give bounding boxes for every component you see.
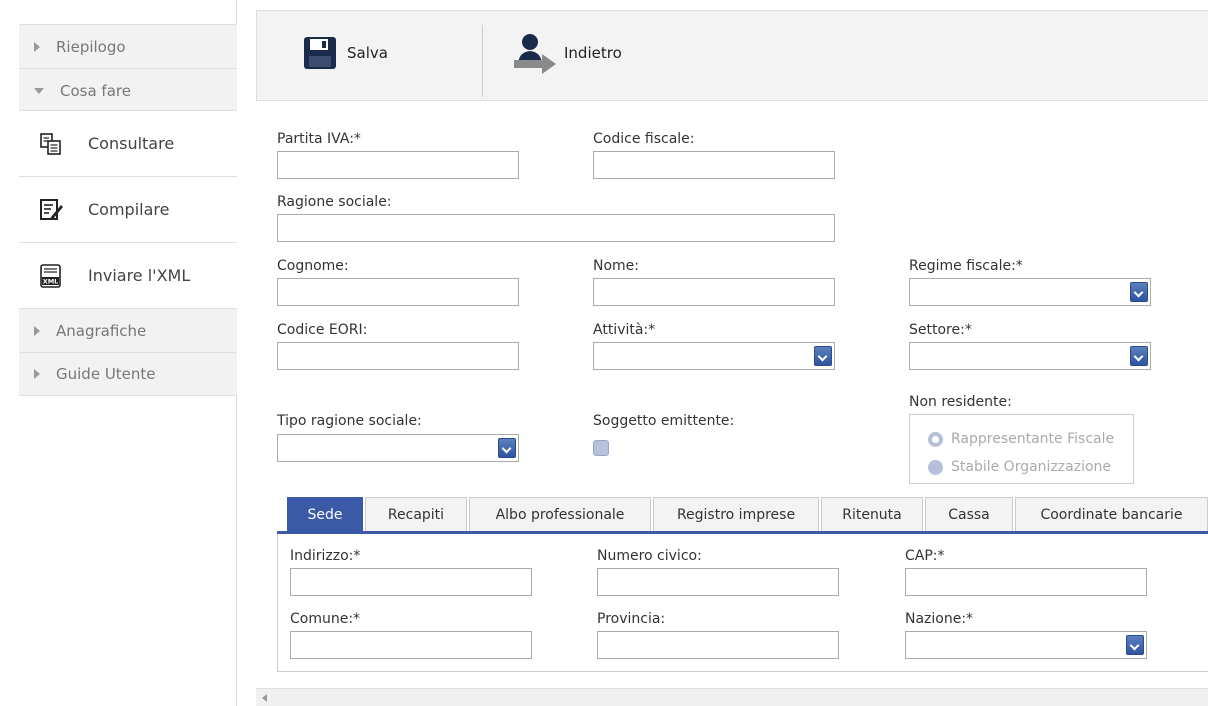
- sidebar-item-label: Consultare: [88, 134, 175, 153]
- sidebar-section-label: Anagrafiche: [56, 321, 147, 340]
- numero-civico-label: Numero civico:: [597, 548, 702, 564]
- tipo-ragione-sociale-select[interactable]: [277, 434, 519, 462]
- codice-eori-label: Codice EORI:: [277, 322, 368, 338]
- tab-ritenuta[interactable]: Ritenuta: [821, 497, 923, 531]
- sidebar-section-label: Guide Utente: [56, 365, 156, 383]
- horizontal-scrollbar[interactable]: [256, 688, 1208, 706]
- chevron-right-icon: [34, 325, 40, 336]
- user-back-icon: [512, 32, 560, 74]
- non-residente-label: Non residente:: [909, 394, 1012, 410]
- cognome-input[interactable]: [277, 278, 519, 306]
- tab-cassa[interactable]: Cassa: [925, 497, 1013, 531]
- numero-civico-input[interactable]: [597, 568, 839, 596]
- codice-fiscale-label: Codice fiscale:: [593, 131, 695, 147]
- sidebar-section-guide-utente[interactable]: Guide Utente: [19, 352, 237, 396]
- codice-fiscale-input[interactable]: [593, 151, 835, 179]
- settore-select[interactable]: [909, 342, 1151, 370]
- stabile-organizzazione-radio[interactable]: Stabile Organizzazione: [928, 459, 1111, 475]
- tab-sede[interactable]: Sede: [287, 497, 363, 531]
- provincia-input[interactable]: [597, 631, 839, 659]
- back-button[interactable]: Indietro: [512, 25, 622, 81]
- radio-icon: [928, 459, 943, 475]
- sidebar: Riepilogo Cosa fare Consultare Compilare…: [0, 0, 237, 706]
- comune-input[interactable]: [290, 631, 532, 659]
- attivita-select[interactable]: [593, 342, 835, 370]
- ragione-sociale-input[interactable]: [277, 214, 835, 242]
- sidebar-section-cosa-fare[interactable]: Cosa fare: [19, 68, 237, 112]
- ragione-sociale-label: Ragione sociale:: [277, 194, 392, 210]
- nome-label: Nome:: [593, 258, 640, 274]
- chevron-right-icon: [34, 369, 40, 379]
- codice-eori-input[interactable]: [277, 342, 519, 370]
- sidebar-section-label: Riepilogo: [56, 37, 126, 56]
- nazione-select[interactable]: [905, 631, 1147, 659]
- toolbar: Salva Indietro: [256, 10, 1208, 101]
- rappresentante-fiscale-radio[interactable]: Rappresentante Fiscale: [928, 431, 1114, 447]
- sidebar-section-label: Cosa fare: [60, 81, 131, 100]
- cognome-label: Cognome:: [277, 258, 349, 274]
- chevron-down-icon: [34, 87, 44, 94]
- soggetto-emittente-checkbox[interactable]: [593, 440, 609, 456]
- stabile-organizzazione-label: Stabile Organizzazione: [951, 459, 1112, 475]
- non-residente-group: Rappresentante Fiscale Stabile Organizza…: [909, 414, 1134, 484]
- save-button[interactable]: Salva: [303, 25, 388, 81]
- chevron-down-icon: [1130, 346, 1148, 366]
- chevron-down-icon: [498, 438, 516, 458]
- radio-icon: [928, 431, 943, 447]
- chevron-right-icon: [34, 41, 40, 52]
- partita-iva-label: Partita IVA:*: [277, 131, 361, 147]
- svg-text:XML: XML: [43, 277, 59, 285]
- cap-label: CAP:*: [905, 548, 945, 564]
- sidebar-item-compilare[interactable]: Compilare: [19, 176, 237, 242]
- tab-albo-professionale[interactable]: Albo professionale: [469, 497, 651, 531]
- xml-file-icon: XML: [39, 263, 63, 288]
- chevron-down-icon: [1130, 282, 1148, 302]
- settore-label: Settore:*: [909, 322, 972, 338]
- indirizzo-label: Indirizzo:*: [290, 548, 361, 564]
- comune-label: Comune:*: [290, 611, 361, 627]
- nome-input[interactable]: [593, 278, 835, 306]
- sidebar-section-riepilogo[interactable]: Riepilogo: [19, 24, 237, 68]
- sidebar-item-inviare-xml[interactable]: XML Inviare l'XML: [19, 242, 237, 308]
- scroll-left-icon[interactable]: [262, 694, 267, 702]
- edit-form-icon: [39, 198, 63, 222]
- attivita-label: Attività:*: [593, 322, 656, 338]
- toolbar-divider: [482, 25, 483, 97]
- sidebar-section-anagrafiche[interactable]: Anagrafiche: [19, 308, 237, 352]
- nazione-label: Nazione:*: [905, 611, 974, 627]
- chevron-down-icon: [1126, 635, 1144, 655]
- partita-iva-input[interactable]: [277, 151, 519, 179]
- cap-input[interactable]: [905, 568, 1147, 596]
- sidebar-item-consultare[interactable]: Consultare: [19, 110, 237, 176]
- soggetto-emittente-label: Soggetto emittente:: [593, 413, 735, 429]
- regime-fiscale-label: Regime fiscale:*: [909, 258, 1023, 274]
- tipo-ragione-sociale-label: Tipo ragione sociale:: [277, 413, 422, 429]
- regime-fiscale-select[interactable]: [909, 278, 1151, 306]
- floppy-disk-icon: [303, 36, 337, 70]
- rappresentante-fiscale-label: Rappresentante Fiscale: [951, 431, 1115, 447]
- indirizzo-input[interactable]: [290, 568, 532, 596]
- tab-recapiti[interactable]: Recapiti: [365, 497, 467, 531]
- documents-icon: [39, 132, 63, 156]
- chevron-down-icon: [814, 346, 832, 366]
- sidebar-item-label: Compilare: [88, 200, 170, 219]
- tab-coordinate-bancarie[interactable]: Coordinate bancarie: [1015, 497, 1208, 531]
- back-button-label: Indietro: [564, 44, 622, 62]
- tab-registro-imprese[interactable]: Registro imprese: [653, 497, 819, 531]
- save-button-label: Salva: [347, 44, 388, 62]
- sidebar-item-label: Inviare l'XML: [88, 266, 191, 285]
- provincia-label: Provincia:: [597, 611, 666, 627]
